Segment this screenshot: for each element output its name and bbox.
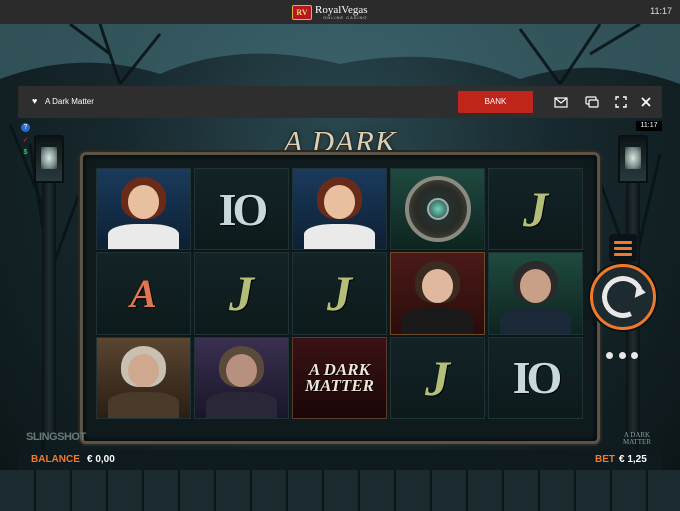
game-clock: 11:17 bbox=[636, 121, 662, 131]
symbol-portrait-woman bbox=[96, 168, 191, 251]
symbol-ten: IO bbox=[488, 336, 583, 419]
bet-value: € 1,25 bbox=[619, 454, 647, 465]
balance-label: BALANCE bbox=[31, 454, 80, 465]
spin-button[interactable] bbox=[590, 264, 656, 330]
portrait-body bbox=[108, 223, 179, 250]
amulet-icon bbox=[404, 176, 471, 243]
chat-icon[interactable] bbox=[584, 94, 600, 110]
reel-1: A bbox=[96, 168, 191, 419]
help-icon[interactable]: ? bbox=[21, 123, 30, 132]
mini-game-logo: A DARK MATTER bbox=[612, 432, 662, 446]
symbol-label: IO bbox=[218, 183, 269, 235]
symbol-ace: A bbox=[96, 252, 191, 335]
more-options-button[interactable] bbox=[606, 352, 638, 364]
game-header-bar: ♥ A Dark Matter BANK bbox=[18, 86, 662, 118]
symbol-portrait-old-woman bbox=[96, 336, 191, 419]
reel-4: J bbox=[390, 168, 485, 419]
bet-label: BET bbox=[595, 454, 615, 465]
portrait-body bbox=[402, 307, 473, 334]
mail-icon[interactable] bbox=[553, 94, 569, 110]
symbol-label: J bbox=[425, 349, 450, 406]
reel-2: IO J bbox=[194, 168, 289, 419]
casino-logo: RV RoyalVegas ONLINE CASINO bbox=[292, 5, 368, 20]
portrait-body bbox=[304, 223, 375, 250]
post-left bbox=[42, 183, 56, 433]
game-title: A Dark Matter bbox=[45, 97, 94, 106]
cobblestone-ground bbox=[0, 470, 680, 511]
provider-logo: SLINGSHOT bbox=[26, 431, 86, 443]
brand-tagline: ONLINE CASINO bbox=[323, 15, 368, 20]
spin-arrow-icon bbox=[596, 270, 650, 324]
symbol-ten: IO bbox=[194, 168, 289, 251]
portrait-face bbox=[127, 185, 160, 219]
symbol-label: A bbox=[130, 270, 157, 316]
heart-icon[interactable]: ♥ bbox=[32, 96, 37, 106]
menu-button[interactable] bbox=[609, 234, 637, 262]
mini-logo-line2: MATTER bbox=[623, 438, 651, 446]
symbol-portrait-woman bbox=[292, 168, 387, 251]
close-icon[interactable] bbox=[638, 94, 654, 110]
symbol-jack: J bbox=[292, 252, 387, 335]
symbol-jack: J bbox=[390, 336, 485, 419]
game-window: RV RoyalVegas ONLINE CASINO 11:17 ♥ A Da… bbox=[0, 0, 680, 511]
symbol-portrait-detective bbox=[390, 252, 485, 335]
system-clock: 11:17 bbox=[650, 6, 672, 16]
bottom-info-bar: BALANCE € 0,00 BET € 1,25 bbox=[18, 450, 662, 470]
fullscreen-icon[interactable] bbox=[613, 94, 629, 110]
portrait-face bbox=[323, 185, 356, 219]
lamp-right bbox=[618, 135, 648, 183]
portrait-body bbox=[108, 392, 179, 418]
brand-badge: RV bbox=[292, 5, 312, 20]
symbol-logo: A DARK MATTER bbox=[292, 336, 387, 419]
symbol-jack: J bbox=[194, 252, 289, 335]
symbol-label: J bbox=[523, 181, 548, 238]
symbol-label: IO bbox=[512, 352, 563, 404]
bank-button[interactable]: BANK bbox=[458, 91, 533, 113]
logo-symbol-line2: MATTER bbox=[305, 375, 374, 395]
casino-top-bar: RV RoyalVegas ONLINE CASINO 11:17 bbox=[0, 0, 680, 24]
symbol-portrait-old-man bbox=[194, 336, 289, 419]
portrait-body bbox=[206, 392, 277, 418]
lamp-left bbox=[34, 135, 64, 183]
symbol-jack: J bbox=[488, 168, 583, 251]
reels-grid: A IO J J A DARK MATTER J J IO bbox=[96, 168, 583, 419]
reel-3: J A DARK MATTER bbox=[292, 168, 387, 419]
portrait-body bbox=[500, 307, 571, 334]
symbol-label: J bbox=[229, 265, 254, 322]
symbol-label: J bbox=[327, 265, 352, 322]
symbol-portrait-policeman bbox=[488, 252, 583, 335]
balance-value: € 0,00 bbox=[87, 454, 115, 465]
symbol-wild-amulet bbox=[390, 168, 485, 251]
reel-5: J IO bbox=[488, 168, 583, 419]
check-icon[interactable]: ✓ bbox=[21, 136, 30, 145]
dollar-icon[interactable]: $ bbox=[21, 148, 30, 157]
